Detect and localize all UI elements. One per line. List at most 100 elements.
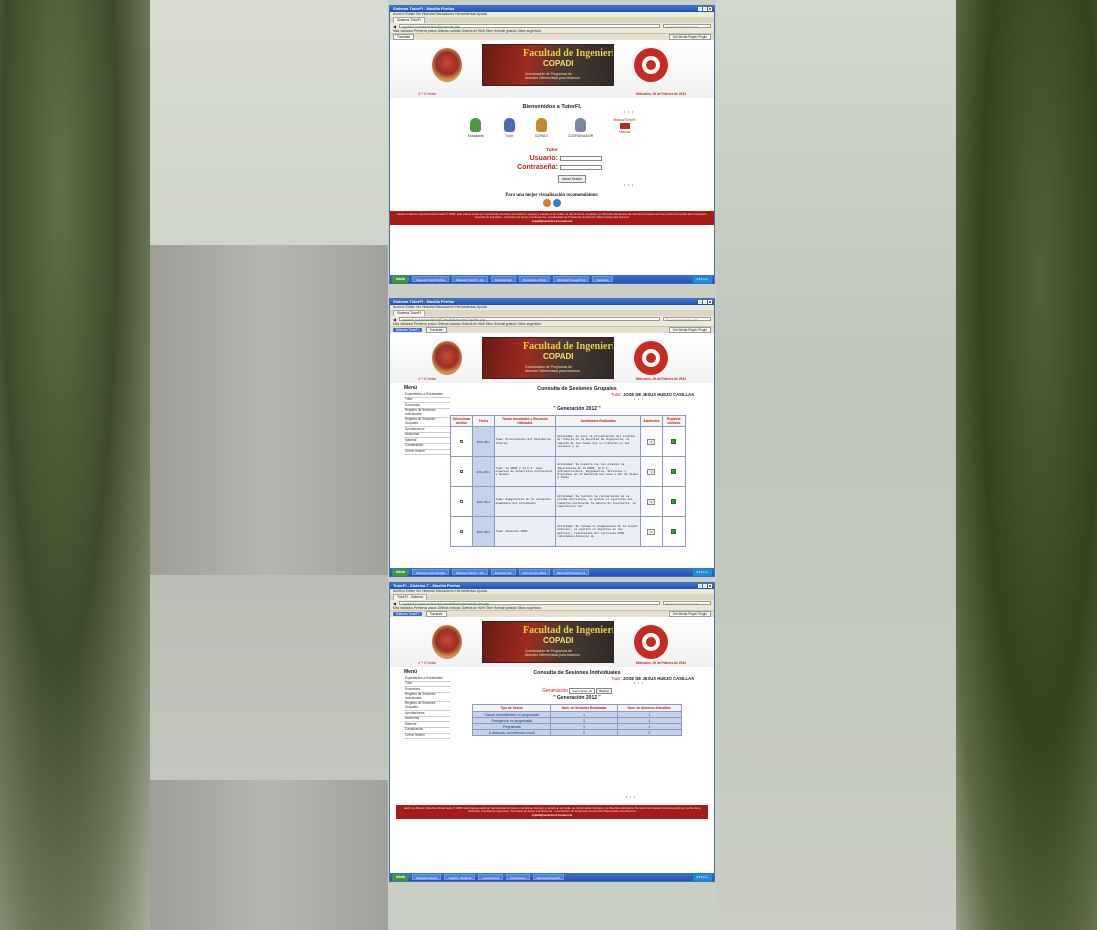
session-activity[interactable]: Actividad: Se retomó el diagnóstico de l… (555, 516, 642, 547)
login-button[interactable]: Iniciar Sesión (557, 175, 587, 183)
column-header: Núm. de Sesiones Realizadas (550, 704, 618, 712)
taskbar-item[interactable]: Documento Word (518, 276, 550, 282)
taskbar-item[interactable]: Microsoft PowerPoint (552, 276, 590, 282)
taskbar-item[interactable]: Ilustraciones (490, 569, 516, 575)
window-titlebar: Sistema TutorFI - Mozilla Firefox (390, 6, 714, 12)
taskbar-item[interactable]: Sistema Tutor Mozilla (412, 569, 449, 575)
taskbar-item[interactable]: Ilustraciones (490, 276, 516, 282)
save-changes-icon[interactable] (671, 498, 677, 504)
manual-link[interactable]: Manual TutorFI Manual (613, 118, 636, 138)
url-input[interactable]: copadi.fi-b.unam.mx/tutorfi/consultas.ph… (399, 24, 660, 29)
footer-email[interactable]: copadi@servicios.fi-b.unam.mx (532, 220, 572, 223)
toolbar-pill[interactable]: Sistema TutorFI (393, 612, 422, 616)
start-button[interactable]: Inicio (392, 275, 410, 283)
role-coordinator[interactable]: COORDINADOR (568, 118, 593, 138)
table-row: 2011-08-2 Tema: Diagnóstico de la situac… (449, 486, 687, 517)
column-header: Actividades Realizadas (555, 415, 642, 427)
student-icon[interactable] (470, 118, 482, 132)
session-activity[interactable]: Actividad: Se comento con los alumnos la… (555, 456, 642, 487)
row-checkbox[interactable] (460, 529, 464, 533)
column-header: Fecha (472, 415, 495, 427)
taskbar-item[interactable]: Sistema TutorFI - Mo (451, 276, 488, 282)
row-checkbox[interactable] (460, 499, 464, 503)
close-icon[interactable] (708, 300, 712, 304)
close-icon[interactable] (708, 7, 712, 11)
copadi-logo-icon (634, 341, 668, 375)
save-changes-icon[interactable] (671, 468, 677, 474)
session-activity[interactable]: Actividad: Se realizó la recuperación de… (555, 486, 642, 517)
taskbar-item[interactable]: TutorFI - Sistema (444, 874, 476, 880)
password-input[interactable] (560, 165, 602, 170)
browser-tab[interactable]: Sistema TutorFI (393, 310, 425, 316)
column-header: Núm. de Alumnos Atendidos (616, 704, 683, 712)
toolbar-pill[interactable]: Sistema TutorFI (393, 328, 422, 332)
back-icon[interactable]: ◀ (393, 601, 396, 606)
search-button[interactable]: Buscar (596, 688, 612, 694)
url-input[interactable]: copadi.fi-b.unam.mx/tutorfi/ConsultaSesi… (399, 601, 660, 606)
login-title: Tutor (546, 148, 558, 153)
background-fog-right (716, 0, 956, 930)
role-tutor[interactable]: Tutor (503, 118, 515, 138)
taskbar-item[interactable]: Microsoft PowerPoint (552, 569, 590, 575)
group-sessions-table: Seleccionar archivo Fecha Temas Abordado… (449, 415, 687, 547)
maximize-icon[interactable] (703, 300, 707, 304)
start-button[interactable]: Inicio (392, 568, 410, 576)
maximize-icon[interactable] (703, 7, 707, 11)
system-clock[interactable]: 9:15 p.m. (693, 568, 712, 576)
start-button[interactable]: Inicio (392, 873, 410, 881)
attendees-button[interactable]: V (647, 528, 656, 535)
taskbar-item[interactable]: Microsoft PowerP (532, 874, 565, 880)
copadi-icon[interactable] (535, 118, 547, 132)
generation-filter: Generación Generación 20 Buscar (450, 688, 704, 694)
save-changes-icon[interactable] (671, 438, 677, 444)
role-copadi[interactable]: COPADI (535, 118, 548, 138)
taskbar-item[interactable]: Ilustraciones (478, 874, 504, 880)
attendees-button[interactable]: V (647, 438, 656, 445)
maximize-icon[interactable] (703, 584, 707, 588)
search-input[interactable]: Search with Ask Search (663, 317, 711, 322)
row-checkbox[interactable] (460, 469, 464, 473)
sidebar-item[interactable]: Registro de Sesiones Grupales (404, 418, 450, 428)
minimize-icon[interactable] (698, 584, 702, 588)
coordinator-icon[interactable] (574, 118, 586, 132)
taskbar-item[interactable]: Documento Word (518, 569, 550, 575)
attendees-button[interactable]: V (647, 498, 656, 505)
row-checkbox[interactable] (460, 439, 464, 443)
sidebar-item[interactable]: Cerrar Sesión (404, 449, 450, 456)
ie-icon[interactable] (553, 199, 561, 207)
close-icon[interactable] (708, 584, 712, 588)
page-header: Facultad de Ingeniería COPADI Coordinaci… (390, 333, 714, 383)
attendees-button[interactable]: V (647, 468, 656, 475)
session-activity[interactable]: Actividad: Se hizo la presentación del s… (555, 426, 642, 457)
back-icon[interactable]: ◀ (393, 317, 396, 322)
system-clock[interactable]: 9:15 p.m. (693, 873, 712, 881)
taskbar-item[interactable]: Sistema Tutor Mozilla (412, 276, 449, 282)
sidebar-item[interactable]: Cerrar Sesión (404, 733, 450, 740)
browser-tab[interactable]: Sistema TutorFI (393, 17, 425, 23)
taskbar-item[interactable]: Capturas (592, 276, 613, 282)
firefox-icon[interactable] (543, 199, 551, 207)
page-footer: Hecho en México, Derechos Reservados © 2… (390, 211, 714, 225)
back-icon[interactable]: ◀ (393, 24, 396, 29)
save-changes-icon[interactable] (671, 528, 677, 534)
search-input[interactable]: Search with Ask Search (663, 601, 711, 606)
role-student[interactable]: Estudiante (468, 118, 484, 138)
system-clock[interactable]: 9:15 p.m. (693, 275, 712, 283)
date-label: Miércoles, 29 de Febrero de 2012 (636, 377, 686, 381)
taskbar-item[interactable]: Sistema TutorFI (412, 874, 442, 880)
url-input[interactable]: copadi.fi-b.unam.mx/tutorfi/ConsultaSesi… (399, 317, 660, 322)
sidebar-item[interactable]: Registro de Sesiones Grupales (404, 702, 450, 712)
username-input[interactable] (560, 156, 602, 161)
content-panel: Consulta de Sesiones Individuales Tutor:… (450, 669, 714, 789)
footer-email[interactable]: copadi@servicios.fi-b.unam.mx (532, 814, 572, 817)
tutor-icon[interactable] (503, 118, 515, 132)
book-icon[interactable] (619, 123, 630, 129)
taskbar-item[interactable]: Documento (506, 874, 530, 880)
minimize-icon[interactable] (698, 7, 702, 11)
sessions-count: 0 (550, 729, 618, 736)
generation-select[interactable]: Generación 20 (569, 688, 596, 694)
taskbar-item[interactable]: Sistema TutorFI - Mo (451, 569, 488, 575)
minimize-icon[interactable] (698, 300, 702, 304)
search-input[interactable]: Search with Ask Search (663, 24, 711, 29)
browser-tab[interactable]: TutorFI - Sistema (393, 594, 428, 600)
